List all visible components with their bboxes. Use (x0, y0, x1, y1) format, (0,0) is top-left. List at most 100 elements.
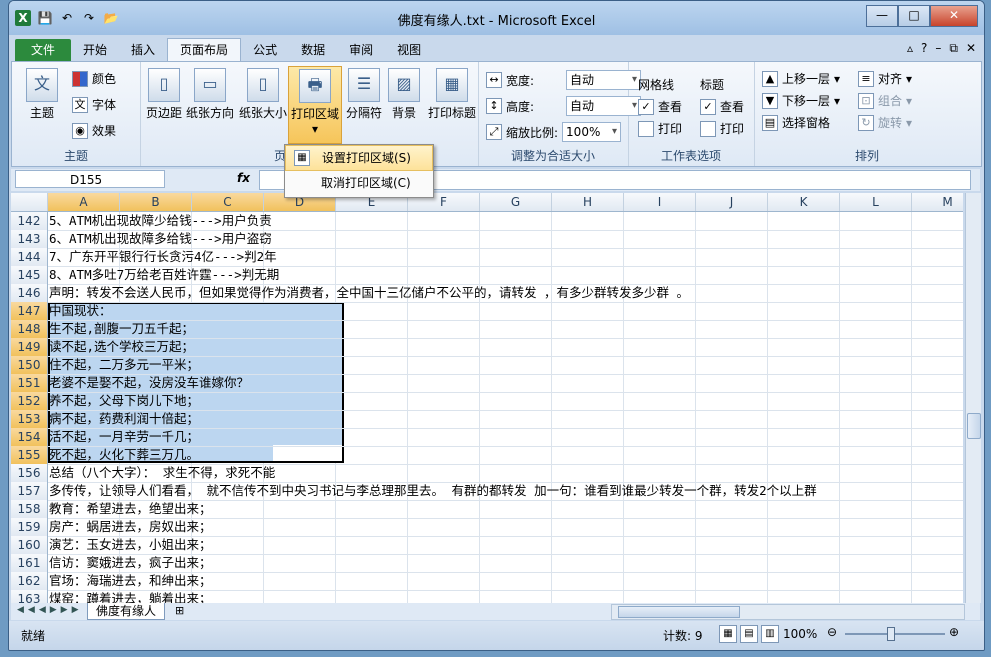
background-button[interactable]: ▨ 背景 (380, 66, 428, 121)
column-header[interactable]: A (48, 193, 120, 211)
insert-sheet-icon[interactable]: ⊞ (175, 604, 184, 617)
cell-text[interactable]: 房产：蜗居进去，房奴出来； (49, 518, 212, 536)
theme-effects-button[interactable]: ◉ 效果 (72, 122, 116, 139)
vertical-scrollbar[interactable] (965, 193, 981, 603)
horizontal-scroll-thumb[interactable] (618, 606, 740, 618)
cell-text[interactable]: 养不起，父母下岗儿下地； (49, 392, 199, 410)
row-header[interactable]: 158 (11, 500, 48, 518)
row-header[interactable]: 151 (11, 374, 48, 392)
cell-text[interactable]: 读不起,选个学校三万起； (49, 338, 194, 356)
cell-text[interactable]: 死不起，火化下葬三万几。 (49, 446, 199, 464)
sheet-tab[interactable]: 佛度有缘人 (87, 603, 166, 620)
row-header[interactable]: 150 (11, 356, 48, 374)
scale-spinner[interactable]: 100% (562, 122, 622, 142)
help-icon[interactable]: ? (921, 41, 927, 56)
tab-home[interactable]: 开始 (71, 39, 119, 61)
clear-print-area-item[interactable]: 取消打印区域(C) (285, 171, 433, 195)
cell-text[interactable]: 总结（八个大字）： 求生不得，求死不能 (49, 464, 275, 482)
zoom-slider[interactable] (845, 633, 945, 635)
column-header[interactable]: L (840, 193, 912, 211)
cell-text[interactable]: 声明：转发不会送人民币，但如果觉得作为消费者，全中国十三亿储户不公平的，请转发 … (49, 284, 689, 302)
cell-text[interactable]: 活不起，一月辛劳一千几； (49, 428, 199, 446)
headings-view-checkbox[interactable]: ✓ 查看 (700, 98, 744, 115)
cell-text[interactable]: 病不起，药费利润十倍起； (49, 410, 199, 428)
tab-view[interactable]: 视图 (385, 39, 433, 61)
row-header[interactable]: 146 (11, 284, 48, 302)
cell-text[interactable]: 7、广东开平银行行长贪污4亿--->判2年 (49, 248, 277, 266)
row-header[interactable]: 162 (11, 572, 48, 590)
horizontal-scrollbar[interactable] (611, 604, 965, 620)
themes-button[interactable]: 文 主题 (18, 66, 66, 121)
doc-minimize-icon[interactable]: – (935, 41, 941, 56)
theme-colors-button[interactable]: 颜色 (72, 70, 116, 87)
cell-text[interactable]: 教育：希望进去，绝望出来； (49, 500, 212, 518)
print-titles-button[interactable]: ▦ 打印标题 (426, 66, 478, 121)
name-box[interactable]: D155 (15, 170, 165, 188)
doc-close-icon[interactable]: ✕ (966, 41, 976, 56)
headings-print-checkbox[interactable]: 打印 (700, 120, 744, 137)
theme-fonts-button[interactable]: 文 字体 (72, 96, 116, 113)
row-header[interactable]: 159 (11, 518, 48, 536)
print-area-button[interactable]: 🖶 打印区域 ▾ (288, 66, 342, 144)
cell-text[interactable]: 煤窑：蹲着进去，躺着出来； (49, 590, 212, 603)
tab-insert[interactable]: 插入 (119, 39, 167, 61)
tab-file[interactable]: 文件 (15, 39, 72, 61)
row-header[interactable]: 144 (11, 248, 48, 266)
column-header[interactable]: J (696, 193, 768, 211)
column-header[interactable]: B (120, 193, 192, 211)
row-header[interactable]: 148 (11, 320, 48, 338)
cell-text[interactable]: 6、ATM机出现故障多给钱--->用户盗窃 (49, 230, 272, 248)
tab-data[interactable]: 数据 (289, 39, 337, 61)
vertical-scroll-thumb[interactable] (967, 413, 981, 439)
row-header[interactable]: 155 (11, 446, 48, 464)
sheet-nav-icon[interactable]: ◀◀◀▶▶▶ (17, 605, 83, 615)
zoom-in-icon[interactable]: ⊕ (949, 625, 959, 639)
row-header[interactable]: 157 (11, 482, 48, 500)
row-header[interactable]: 147 (11, 302, 48, 320)
fx-icon[interactable]: fx (237, 171, 250, 185)
column-header[interactable]: H (552, 193, 624, 211)
maximize-button[interactable]: □ (898, 5, 930, 27)
cell-text[interactable]: 生不起,剖腹一刀五千起； (49, 320, 194, 338)
zoom-slider-knob[interactable] (887, 627, 895, 641)
page-break-view-icon[interactable]: ▥ (761, 625, 779, 643)
selection-pane-button[interactable]: ▤ 选择窗格 (762, 114, 830, 131)
zoom-level[interactable]: 100% (783, 627, 817, 641)
column-header[interactable]: M (912, 193, 963, 211)
row-header[interactable]: 142 (11, 212, 48, 230)
cell-text[interactable]: 老婆不是娶不起，没房没车谁嫁你？ (49, 374, 249, 392)
row-header[interactable]: 161 (11, 554, 48, 572)
rotate-button[interactable]: ↻ 旋转 ▾ (858, 114, 912, 131)
cell-text[interactable]: 中国现状： (49, 302, 112, 320)
group-button[interactable]: ⊡ 组合 ▾ (858, 92, 912, 109)
bring-forward-button[interactable]: ▲ 上移一层 ▾ (762, 70, 840, 87)
row-header[interactable]: 149 (11, 338, 48, 356)
tab-formulas[interactable]: 公式 (241, 39, 289, 61)
cell-text[interactable]: 5、ATM机出现故障少给钱--->用户负责 (49, 212, 272, 230)
orientation-button[interactable]: ▭ 纸张方向 (184, 66, 236, 121)
size-button[interactable]: ▯ 纸张大小 (238, 66, 288, 121)
cell-text[interactable]: 官场：海瑞进去，和绅出来； (49, 572, 212, 590)
select-all-corner[interactable] (11, 193, 48, 211)
column-header[interactable]: G (480, 193, 552, 211)
column-header[interactable]: K (768, 193, 840, 211)
cell-text[interactable]: 信访：窦娥进去，疯子出来； (49, 554, 212, 572)
page-layout-view-icon[interactable]: ▤ (740, 625, 758, 643)
cell-text[interactable]: 多传传，让领导人们看看， 就不信传不到中央习书记与李总理那里去。 有群的都转发 … (49, 482, 817, 500)
cell-text[interactable]: 演艺：玉女进去，小姐出来； (49, 536, 212, 554)
align-button[interactable]: ≡ 对齐 ▾ (858, 70, 912, 87)
zoom-out-icon[interactable]: ⊖ (827, 625, 837, 639)
minimize-button[interactable]: — (866, 5, 898, 27)
tab-review[interactable]: 审阅 (337, 39, 385, 61)
row-header[interactable]: 145 (11, 266, 48, 284)
row-header[interactable]: 153 (11, 410, 48, 428)
row-header[interactable]: 152 (11, 392, 48, 410)
gridlines-print-checkbox[interactable]: 打印 (638, 120, 682, 137)
margins-button[interactable]: ▯ 页边距 (140, 66, 188, 121)
cell-text[interactable]: 8、ATM多吐7万给老百姓许霆--->判无期 (49, 266, 279, 284)
row-header[interactable]: 154 (11, 428, 48, 446)
row-header[interactable]: 160 (11, 536, 48, 554)
row-header[interactable]: 163 (11, 590, 48, 603)
normal-view-icon[interactable]: ▦ (719, 625, 737, 643)
row-header[interactable]: 156 (11, 464, 48, 482)
